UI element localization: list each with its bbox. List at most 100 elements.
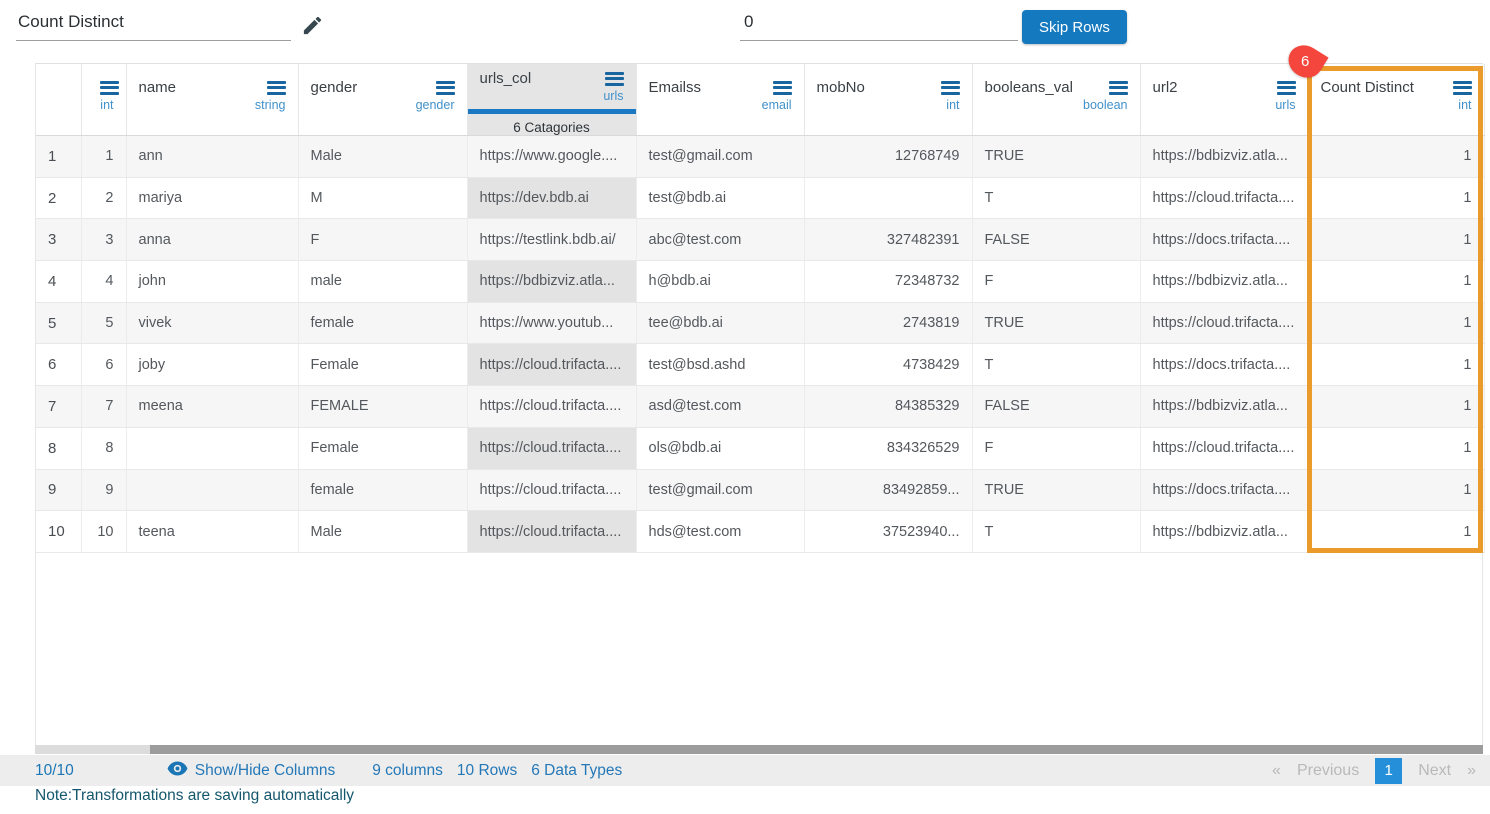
cell-booleans_val[interactable]: T: [972, 511, 1140, 553]
cell-count_distinct[interactable]: 1: [1308, 177, 1484, 219]
cell-emailss[interactable]: tee@bdb.ai: [636, 302, 804, 344]
cell-name[interactable]: mariya: [126, 177, 298, 219]
cell-name[interactable]: anna: [126, 219, 298, 261]
edit-name-button[interactable]: [301, 14, 325, 38]
cell-name[interactable]: [126, 469, 298, 511]
cell-url2[interactable]: https://bdbizviz.atla...: [1140, 261, 1308, 303]
menu-bars-icon[interactable]: [941, 78, 960, 97]
cell-url2[interactable]: https://docs.trifacta....: [1140, 469, 1308, 511]
cell-serial[interactable]: 4: [81, 261, 126, 303]
column-header-serial[interactable]: int: [81, 64, 126, 136]
cell-urls_col[interactable]: https://www.youtub...: [467, 302, 636, 344]
cell-urls_col[interactable]: https://testlink.bdb.ai/: [467, 219, 636, 261]
cell-booleans_val[interactable]: T: [972, 344, 1140, 386]
cell-booleans_val[interactable]: TRUE: [972, 136, 1140, 178]
cell-emailss[interactable]: test@gmail.com: [636, 136, 804, 178]
cell-count_distinct[interactable]: 1: [1308, 469, 1484, 511]
cell-urls_col[interactable]: https://cloud.trifacta....: [467, 386, 636, 428]
menu-bars-icon[interactable]: [605, 69, 624, 88]
cell-gender[interactable]: Female: [298, 427, 467, 469]
show-hide-columns-button[interactable]: Show/Hide Columns: [167, 761, 335, 781]
cell-mobno[interactable]: 84385329: [804, 386, 972, 428]
cell-name[interactable]: meena: [126, 386, 298, 428]
cell-mobno[interactable]: 4738429: [804, 344, 972, 386]
cell-name[interactable]: teena: [126, 511, 298, 553]
cell-serial[interactable]: 9: [81, 469, 126, 511]
menu-bars-icon[interactable]: [1453, 78, 1472, 97]
cell-mobno[interactable]: 327482391: [804, 219, 972, 261]
cell-booleans_val[interactable]: FALSE: [972, 219, 1140, 261]
cell-emailss[interactable]: asd@test.com: [636, 386, 804, 428]
cell-mobno[interactable]: 37523940...: [804, 511, 972, 553]
menu-bars-icon[interactable]: [436, 78, 455, 97]
cell-mobno[interactable]: 72348732: [804, 261, 972, 303]
cell-booleans_val[interactable]: F: [972, 427, 1140, 469]
current-page-button[interactable]: 1: [1375, 758, 1402, 784]
cell-serial[interactable]: 6: [81, 344, 126, 386]
cell-urls_col[interactable]: https://www.google....: [467, 136, 636, 178]
cell-gender[interactable]: Female: [298, 344, 467, 386]
cell-emailss[interactable]: abc@test.com: [636, 219, 804, 261]
cell-emailss[interactable]: h@bdb.ai: [636, 261, 804, 303]
cell-url2[interactable]: https://bdbizviz.atla...: [1140, 511, 1308, 553]
column-header-urls_col[interactable]: urls_colurls6 Catagories: [467, 64, 636, 136]
cell-name[interactable]: ann: [126, 136, 298, 178]
cell-count_distinct[interactable]: 1: [1308, 136, 1484, 178]
scrollbar-thumb[interactable]: [150, 745, 1483, 754]
cell-booleans_val[interactable]: F: [972, 261, 1140, 303]
next-page-button[interactable]: Next: [1418, 762, 1451, 780]
cell-gender[interactable]: Male: [298, 136, 467, 178]
horizontal-scrollbar[interactable]: [35, 745, 1483, 754]
cell-emailss[interactable]: test@bsd.ashd: [636, 344, 804, 386]
cell-serial[interactable]: 10: [81, 511, 126, 553]
menu-bars-icon[interactable]: [267, 78, 286, 97]
cell-emailss[interactable]: hds@test.com: [636, 511, 804, 553]
cell-emailss[interactable]: test@bdb.ai: [636, 177, 804, 219]
cell-mobno[interactable]: 834326529: [804, 427, 972, 469]
column-header-mobno[interactable]: mobNoint: [804, 64, 972, 136]
cell-booleans_val[interactable]: T: [972, 177, 1140, 219]
column-header-emailss[interactable]: Emailssemail: [636, 64, 804, 136]
cell-gender[interactable]: female: [298, 302, 467, 344]
cell-urls_col[interactable]: https://dev.bdb.ai: [467, 177, 636, 219]
cell-gender[interactable]: male: [298, 261, 467, 303]
cell-count_distinct[interactable]: 1: [1308, 344, 1484, 386]
cell-url2[interactable]: https://docs.trifacta....: [1140, 219, 1308, 261]
column-header-name[interactable]: namestring: [126, 64, 298, 136]
column-header-gender[interactable]: gendergender: [298, 64, 467, 136]
cell-emailss[interactable]: ols@bdb.ai: [636, 427, 804, 469]
cell-mobno[interactable]: [804, 177, 972, 219]
menu-bars-icon[interactable]: [1277, 78, 1296, 97]
cell-booleans_val[interactable]: FALSE: [972, 386, 1140, 428]
cell-gender[interactable]: F: [298, 219, 467, 261]
cell-serial[interactable]: 8: [81, 427, 126, 469]
cell-mobno[interactable]: 83492859...: [804, 469, 972, 511]
cell-gender[interactable]: M: [298, 177, 467, 219]
cell-urls_col[interactable]: https://cloud.trifacta....: [467, 469, 636, 511]
cell-count_distinct[interactable]: 1: [1308, 302, 1484, 344]
cell-name[interactable]: [126, 427, 298, 469]
menu-bars-icon[interactable]: [100, 78, 119, 97]
column-header-url2[interactable]: url2urls: [1140, 64, 1308, 136]
cell-url2[interactable]: https://bdbizviz.atla...: [1140, 386, 1308, 428]
cell-gender[interactable]: female: [298, 469, 467, 511]
cell-url2[interactable]: https://docs.trifacta....: [1140, 344, 1308, 386]
previous-page-button[interactable]: Previous: [1297, 762, 1359, 780]
cell-count_distinct[interactable]: 1: [1308, 386, 1484, 428]
cell-mobno[interactable]: 12768749: [804, 136, 972, 178]
cell-booleans_val[interactable]: TRUE: [972, 302, 1140, 344]
column-header-count_distinct[interactable]: Count Distinctint: [1308, 64, 1484, 136]
cell-gender[interactable]: Male: [298, 511, 467, 553]
cell-serial[interactable]: 3: [81, 219, 126, 261]
first-page-button[interactable]: «: [1272, 762, 1281, 780]
cell-booleans_val[interactable]: TRUE: [972, 469, 1140, 511]
transform-name-input[interactable]: Count Distinct: [16, 10, 291, 41]
cell-count_distinct[interactable]: 1: [1308, 427, 1484, 469]
cell-url2[interactable]: https://cloud.trifacta....: [1140, 427, 1308, 469]
cell-urls_col[interactable]: https://cloud.trifacta....: [467, 427, 636, 469]
cell-serial[interactable]: 7: [81, 386, 126, 428]
skip-rows-button[interactable]: Skip Rows: [1022, 10, 1127, 44]
cell-url2[interactable]: https://bdbizviz.atla...: [1140, 136, 1308, 178]
menu-bars-icon[interactable]: [1109, 78, 1128, 97]
cell-serial[interactable]: 1: [81, 136, 126, 178]
